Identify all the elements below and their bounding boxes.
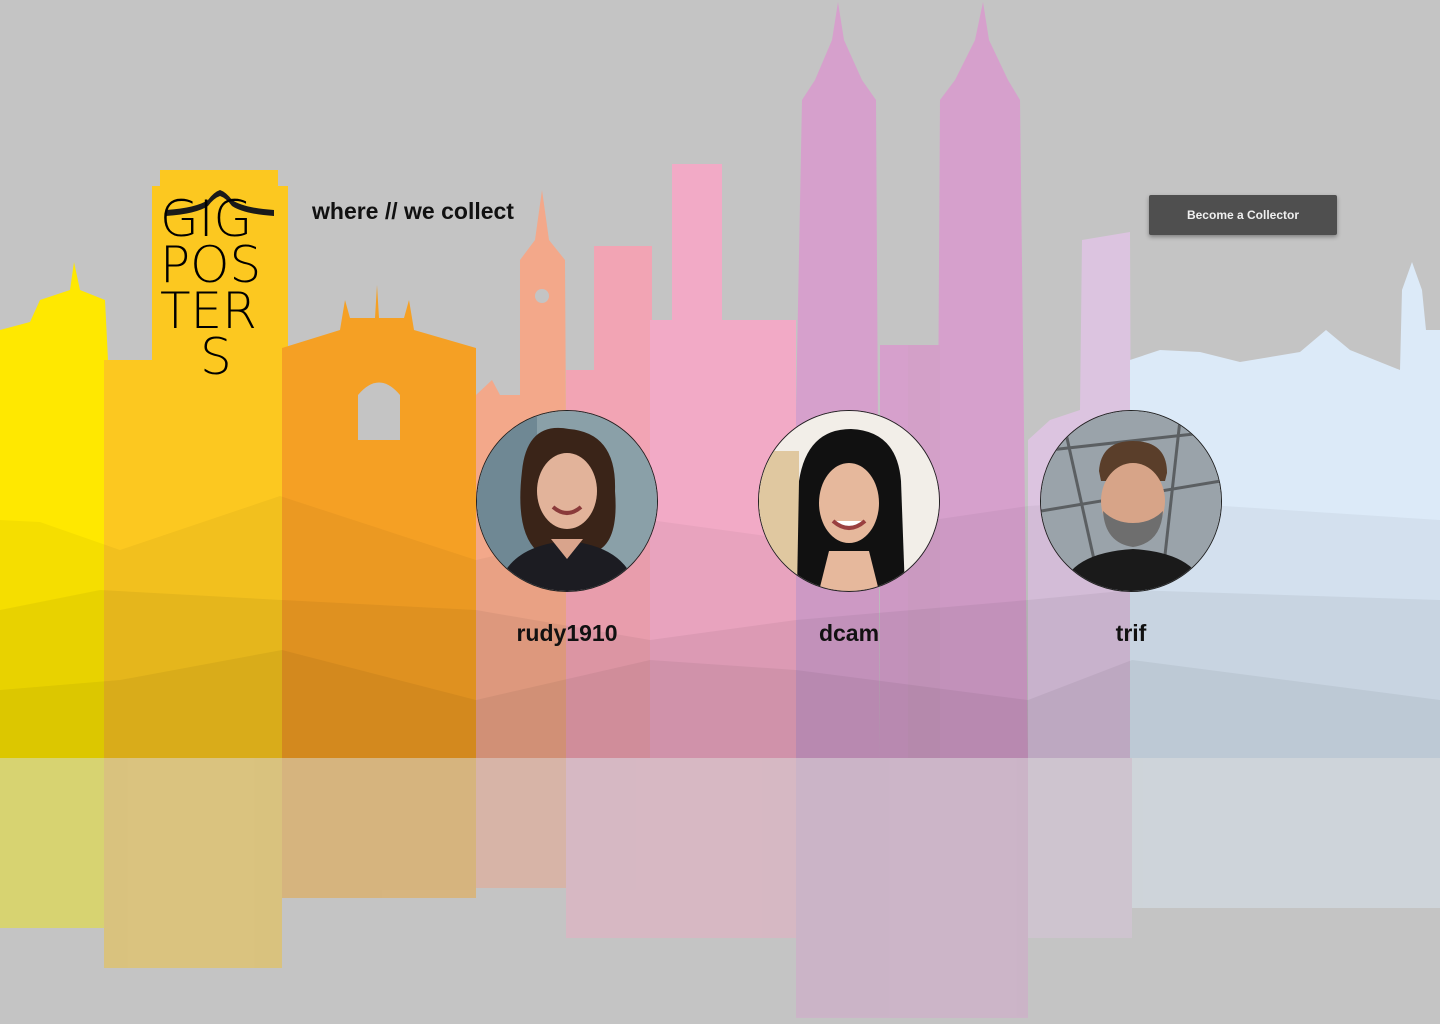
collector-avatar[interactable] bbox=[476, 410, 658, 592]
collector-name[interactable]: rudy1910 bbox=[476, 620, 658, 647]
city-skyline-illustration bbox=[0, 2, 1440, 1018]
collector-avatar[interactable] bbox=[1040, 410, 1222, 592]
skyline-reflection bbox=[0, 758, 1440, 1018]
collector-name[interactable]: dcam bbox=[758, 620, 940, 647]
collector-name[interactable]: trif bbox=[1040, 620, 1222, 647]
collector-card-rudy1910[interactable]: rudy1910 bbox=[476, 410, 658, 647]
gigposters-logo[interactable]: GIG POS TER S bbox=[160, 194, 282, 386]
skyline-shading bbox=[0, 496, 1440, 758]
avatar-portrait-woman-dark-hair bbox=[759, 411, 939, 591]
become-collector-button[interactable]: Become a Collector bbox=[1149, 195, 1337, 235]
logo-row-4: S bbox=[200, 328, 232, 386]
avatar-portrait-woman-curly-hair bbox=[477, 411, 657, 591]
collector-avatar[interactable] bbox=[758, 410, 940, 592]
collector-card-trif[interactable]: trif bbox=[1040, 410, 1222, 647]
page-tagline: where // we collect bbox=[312, 198, 514, 224]
avatar-portrait-man-beard bbox=[1041, 411, 1221, 591]
collector-card-dcam[interactable]: dcam bbox=[758, 410, 940, 647]
